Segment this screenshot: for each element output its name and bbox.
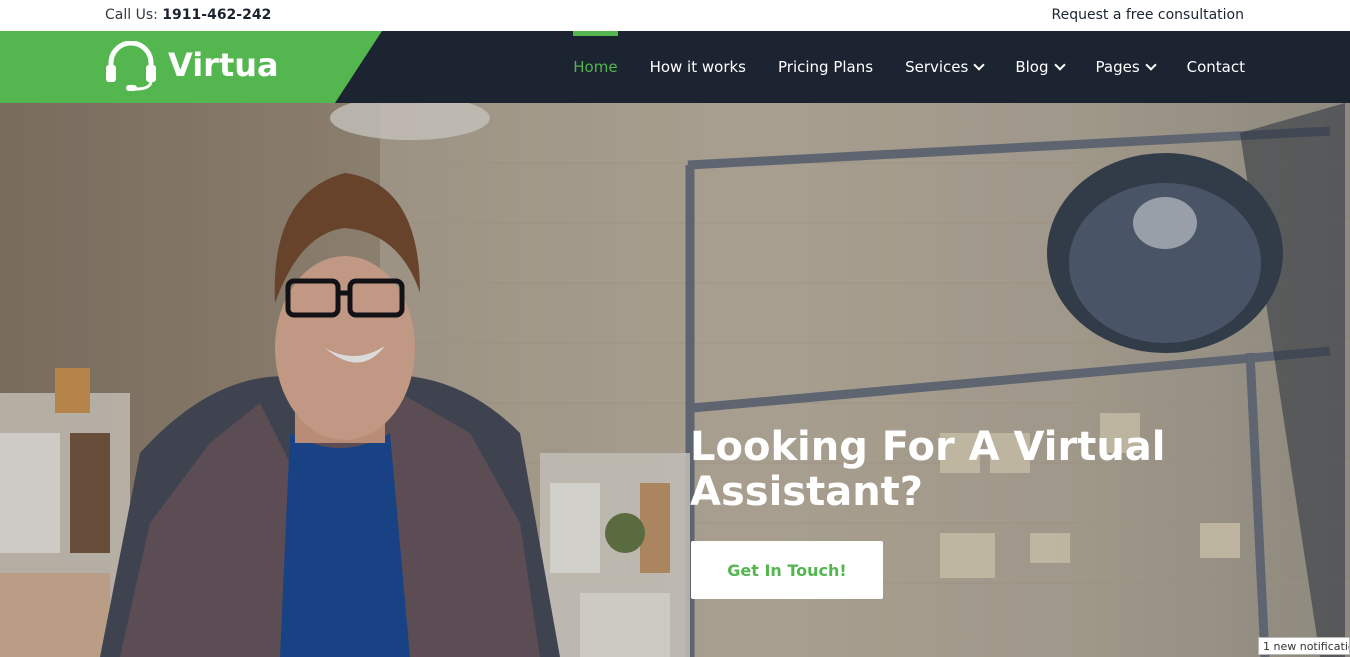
nav-item-pricing-plans[interactable]: Pricing Plans [778, 31, 873, 103]
nav-item-pages[interactable]: Pages [1095, 31, 1157, 103]
nav-item-label: Pages [1095, 58, 1140, 76]
chevron-down-icon [973, 58, 985, 71]
nav-item-services[interactable]: Services [905, 31, 985, 103]
nav-item-label: Contact [1186, 58, 1245, 76]
call-us-text: Call Us: 1911-462-242 [105, 7, 271, 23]
get-in-touch-button[interactable]: Get In Touch! [691, 541, 883, 599]
nav-item-blog[interactable]: Blog [1015, 31, 1066, 103]
brand-name[interactable]: Virtua [168, 46, 279, 84]
nav-item-label: Pricing Plans [778, 58, 874, 76]
nav-item-home[interactable]: Home [573, 31, 618, 103]
nav-item-label: How it works [649, 58, 746, 76]
nav-item-how-it-works[interactable]: How it works [650, 31, 746, 103]
hero-background-image [0, 103, 1350, 657]
nav-item-label: Services [905, 58, 969, 76]
top-bar: Call Us: 1911-462-242 Request a free con… [0, 0, 1350, 31]
hero-title: Looking For A Virtual Assistant? [690, 424, 1166, 515]
nav-item-contact[interactable]: Contact [1187, 31, 1245, 103]
nav-item-label: Blog [1015, 58, 1049, 76]
free-consultation-link[interactable]: Request a free consultation [1052, 7, 1244, 23]
notification-badge[interactable]: 1 new notification [1258, 637, 1350, 655]
phone-number[interactable]: 1911-462-242 [162, 7, 271, 23]
nav-item-label: Home [573, 58, 618, 76]
chevron-down-icon [1144, 58, 1157, 71]
chevron-down-icon [1053, 58, 1066, 71]
nav-menu: Home How it works Pricing Plans Services… [573, 31, 1245, 103]
call-us-label: Call Us: [105, 7, 158, 23]
headset-icon[interactable] [104, 41, 158, 93]
hero-section: Looking For A Virtual Assistant? Get In … [0, 103, 1350, 657]
main-navbar: Virtua Home How it works Pricing Plans S… [0, 31, 1350, 103]
